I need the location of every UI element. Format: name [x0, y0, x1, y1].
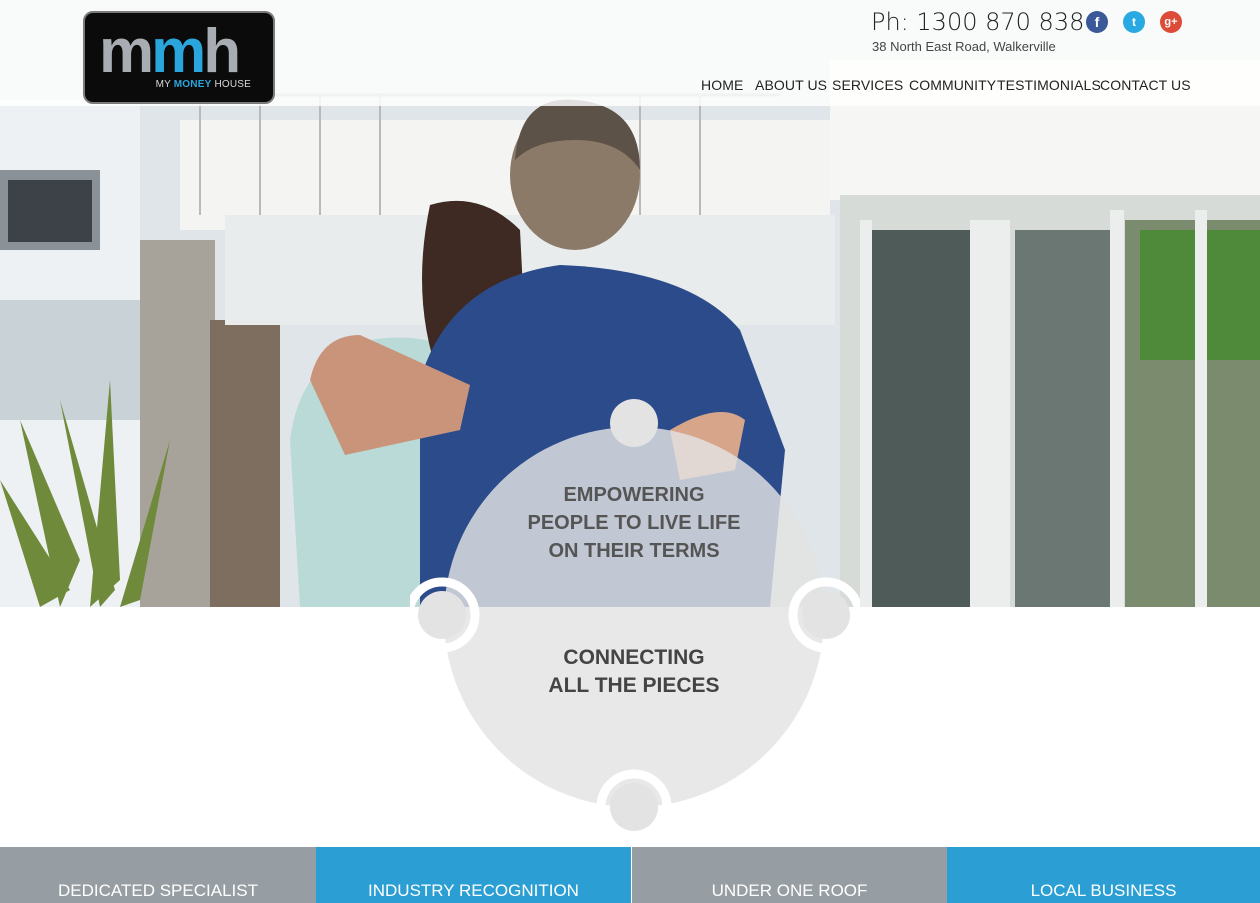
nav-home[interactable]: HOME: [701, 77, 743, 93]
connecting-heading: CONNECTING ALL THE PIECES: [548, 646, 720, 697]
nav-community[interactable]: COMMUNITY: [909, 77, 996, 93]
feature-tiles: DEDICATED SPECIALIST INDUSTRY RECOGNITIO…: [0, 847, 1260, 903]
site-logo[interactable]: mmh MY MONEY HOUSE: [83, 11, 275, 104]
tile-under-one-roof[interactable]: UNDER ONE ROOF: [632, 847, 947, 903]
logo-wordmark: mmh: [99, 17, 241, 86]
tile-industry-recognition[interactable]: INDUSTRY RECOGNITION: [316, 847, 631, 903]
hero-tagline: EMPOWERING PEOPLE TO LIVE LIFE ON THEIR …: [527, 484, 741, 562]
nav-services[interactable]: SERVICES: [832, 77, 903, 93]
nav-about-us[interactable]: ABOUT US: [755, 77, 827, 93]
nav-testimonials[interactable]: TESTIMONIALS: [997, 77, 1101, 93]
tile-dedicated-specialist[interactable]: DEDICATED SPECIALIST: [0, 847, 316, 903]
phone-number[interactable]: Ph: 1300 870 838: [871, 8, 1084, 36]
twitter-icon[interactable]: t: [1123, 11, 1145, 33]
address-text: 38 North East Road, Walkerville: [872, 39, 1056, 54]
logo-tagline: MY MONEY HOUSE: [155, 79, 251, 90]
puzzle-circle-graphic: [410, 399, 860, 840]
tile-local-business[interactable]: LOCAL BUSINESS: [947, 847, 1260, 903]
google-plus-icon[interactable]: g+: [1160, 11, 1182, 33]
nav-contact-us[interactable]: CONTACT US: [1100, 77, 1191, 93]
facebook-icon[interactable]: f: [1086, 11, 1108, 33]
